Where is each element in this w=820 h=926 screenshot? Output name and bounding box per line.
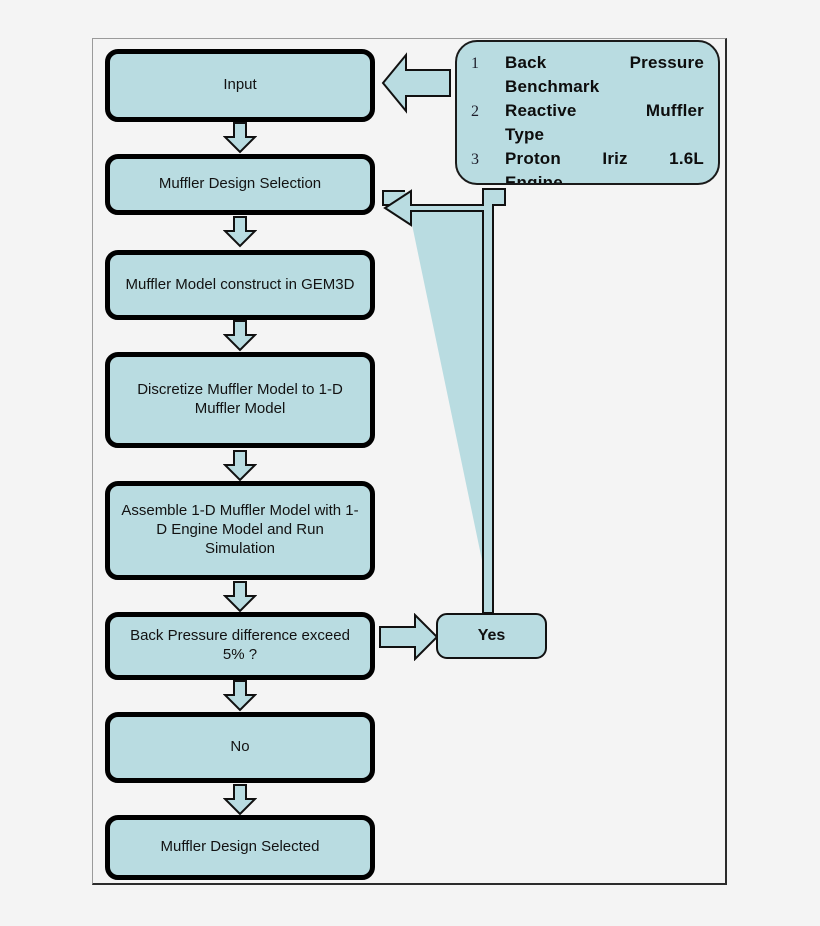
- callout-item-number: 3: [471, 150, 479, 168]
- flow-node-input[interactable]: Input: [105, 49, 375, 122]
- arrow-down-icon-selection-to-construct: [223, 216, 257, 248]
- arrow-down-icon-no-to-selected: [223, 784, 257, 816]
- callout-item: 2 Reactive Muffler: [471, 100, 704, 123]
- flow-node-construct-label: Muffler Model construct in GEM3D: [125, 275, 355, 293]
- arrow-down-icon-decision-to-no: [223, 680, 257, 712]
- flow-node-no-label: No: [230, 738, 250, 756]
- callout-item: 1 Back Pressure: [471, 52, 704, 75]
- flow-node-discretize-model[interactable]: Discretize Muffler Model to 1-D Muffler …: [105, 352, 375, 448]
- callout-item-number-blank: [471, 76, 505, 77]
- flow-node-back-pressure-decision[interactable]: Back Pressure difference exceed 5% ?: [105, 612, 375, 680]
- flow-node-yes[interactable]: Yes: [436, 613, 547, 659]
- callout-item-number: 1: [471, 55, 479, 72]
- callout-item-text-line2: Benchmark: [505, 76, 600, 96]
- callout-item-text-line2-clipped: Engine: [505, 172, 563, 185]
- callout-item-number-blank: [471, 124, 505, 125]
- callout-item-number-blank: [471, 172, 505, 173]
- callout-item-text: Proton Iriz 1.6L: [505, 148, 704, 168]
- diagram-canvas: Input Muffler Design Selection Muffler M…: [0, 0, 820, 926]
- callout-item-continuation-clipped: Engine: [471, 172, 704, 185]
- arrow-down-icon-assemble-to-decision: [223, 581, 257, 613]
- arrow-down-icon-construct-to-discretize: [223, 320, 257, 352]
- arrow-feedback-loop-icon-yes-to-selection: [381, 175, 511, 615]
- callout-item-text: Back Pressure: [505, 53, 704, 72]
- flow-node-decision-label: Back Pressure difference exceed 5% ?: [130, 627, 350, 663]
- flow-node-assemble-and-simulate[interactable]: Assemble 1-D Muffler Model with 1-D Engi…: [105, 481, 375, 580]
- flow-node-muffler-design-selection[interactable]: Muffler Design Selection: [105, 154, 375, 215]
- callout-item-continuation: Benchmark: [471, 76, 704, 99]
- callout-item-text-line2: Type: [505, 124, 545, 144]
- flow-node-selection-label: Muffler Design Selection: [158, 175, 322, 193]
- flow-node-model-construct-gem3d[interactable]: Muffler Model construct in GEM3D: [105, 250, 375, 320]
- arrow-down-icon-discretize-to-assemble: [223, 450, 257, 482]
- arrow-right-icon-decision-to-yes: [379, 613, 439, 661]
- callout-item-continuation: Type: [471, 124, 704, 147]
- flow-node-muffler-design-selected[interactable]: Muffler Design Selected: [105, 815, 375, 880]
- callout-item-number: 2: [471, 102, 479, 120]
- arrow-left-icon-callout-to-input: [380, 52, 452, 114]
- callout-input-parameters: 1 Back Pressure Benchmark 2 Reactive Muf…: [455, 40, 720, 185]
- callout-item: 3 Proton Iriz 1.6L: [471, 148, 704, 171]
- flow-node-input-label: Input: [223, 76, 257, 94]
- flow-node-yes-label: Yes: [477, 627, 506, 644]
- flow-node-discretize-label: Discretize Muffler Model to 1-D Muffler …: [137, 381, 343, 417]
- arrow-down-icon-input-to-selection: [223, 122, 257, 154]
- flow-node-no[interactable]: No: [105, 712, 375, 783]
- flow-node-selected-label: Muffler Design Selected: [160, 838, 320, 856]
- flow-node-assemble-label: Assemble 1-D Muffler Model with 1-D Engi…: [121, 502, 359, 557]
- callout-item-text: Reactive Muffler: [505, 100, 704, 120]
